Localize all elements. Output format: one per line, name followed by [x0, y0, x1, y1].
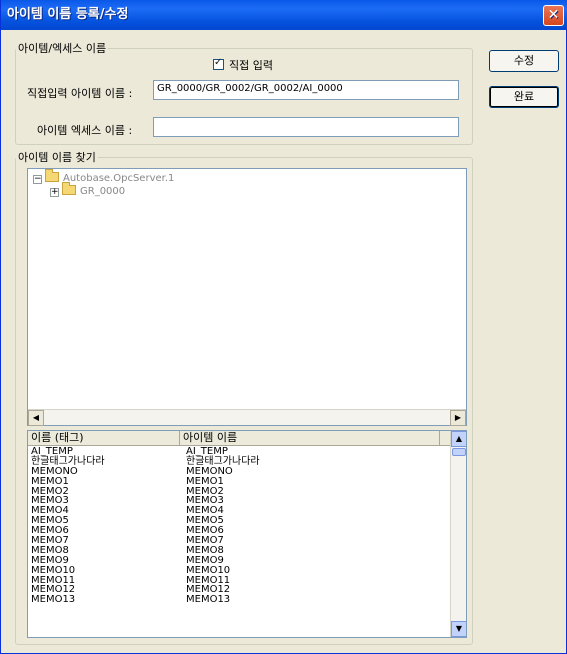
tree-horizontal-scrollbar[interactable]: ◀ ▶ — [28, 409, 466, 426]
tree-node-label: Autobase.OpcServer.1 — [63, 173, 175, 184]
dialog-window: 아이템 이름 등록/수정 ✕ 수정 완료 아이템/엑세스 이름 직접 입력 직접… — [0, 0, 567, 654]
modify-button[interactable]: 수정 — [489, 50, 559, 72]
direct-item-name-label: 직접입력 아이템 이름 : — [27, 87, 133, 100]
scroll-down-icon[interactable]: ▼ — [451, 621, 466, 637]
expand-icon[interactable]: + — [50, 188, 59, 197]
access-name-input[interactable] — [153, 117, 459, 137]
tree-node-label: GR_0000 — [80, 186, 126, 197]
folder-icon — [45, 169, 59, 182]
item-list-view[interactable]: 이름 (태그) 아이템 이름 AI_TEMP AI_TEMP 한글태그가나다라 한글태… — [27, 430, 467, 638]
collapse-icon[interactable]: − — [33, 175, 42, 184]
scroll-right-icon[interactable]: ▶ — [450, 410, 466, 426]
direct-input-checkbox-label: 직접 입력 — [229, 59, 273, 72]
close-icon[interactable]: ✕ — [543, 5, 564, 26]
list-item-item-name: MEMO13 — [186, 594, 231, 606]
scroll-up-icon[interactable]: ▲ — [451, 431, 466, 447]
scroll-thumb[interactable] — [452, 448, 466, 456]
scroll-left-icon[interactable]: ◀ — [28, 410, 44, 426]
direct-input-checkbox[interactable]: 직접 입력 — [213, 57, 273, 73]
checkbox-checked-icon[interactable] — [213, 57, 224, 70]
column-header-tag-name[interactable]: 이름 (태그) — [28, 431, 180, 446]
window-title: 아이템 이름 등록/수정 — [7, 7, 129, 22]
tree-node-child[interactable]: + GR_0000 — [50, 182, 126, 197]
tree-node-root[interactable]: − Autobase.OpcServer.1 — [33, 169, 175, 184]
access-name-label: 아이템 엑세스 이름 : — [37, 124, 133, 137]
item-tree-view[interactable]: − Autobase.OpcServer.1 + GR_0000 ◀ ▶ — [27, 168, 467, 426]
direct-item-name-input[interactable]: GR_0000/GR_0002/GR_0002/AI_0000 — [153, 80, 459, 100]
list-item-tag-name: MEMO13 — [31, 594, 76, 606]
find-item-legend: 아이템 이름 찾기 — [18, 151, 96, 164]
list-header: 이름 (태그) 아이템 이름 — [28, 431, 450, 446]
folder-icon — [62, 182, 76, 195]
item-access-legend: 아이템/엑세스 이름 — [18, 42, 107, 55]
title-bar[interactable]: 아이템 이름 등록/수정 ✕ — [1, 0, 567, 30]
column-header-item-name[interactable]: 아이템 이름 — [180, 431, 440, 446]
done-button[interactable]: 완료 — [489, 86, 559, 108]
list-vertical-scrollbar[interactable]: ▲ ▼ — [450, 431, 466, 637]
